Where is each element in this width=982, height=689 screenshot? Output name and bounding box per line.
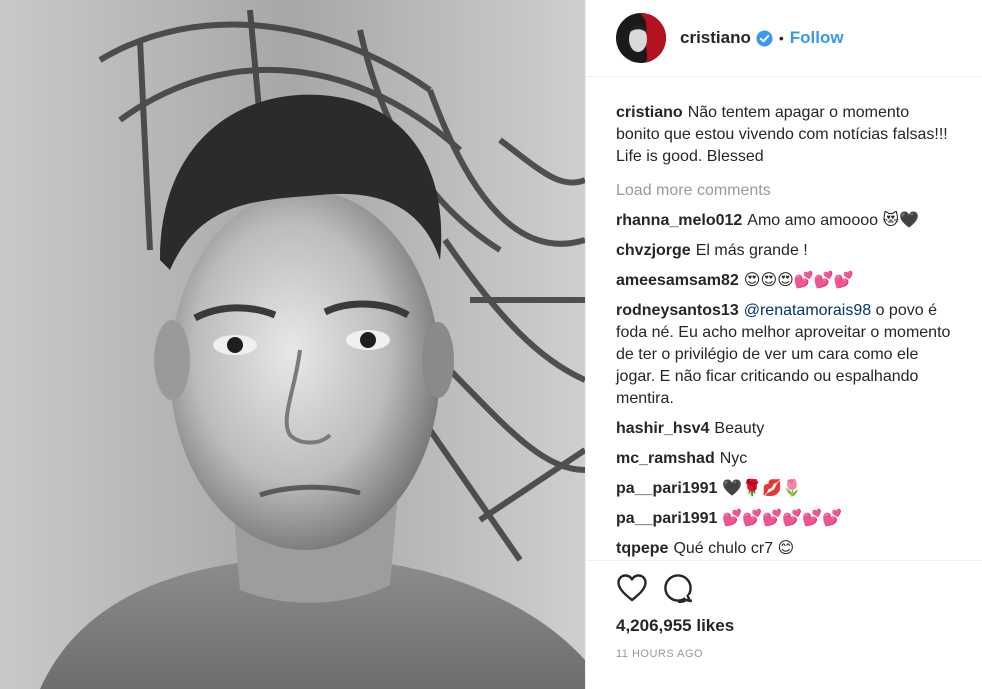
comment-username[interactable]: ameesamsam82 [616, 272, 739, 289]
comment-username[interactable]: mc_ramshad [616, 450, 715, 467]
comment-username[interactable]: tqpepe [616, 540, 668, 557]
comment-text: Amo amo amoooo 😻🖤 [747, 212, 920, 229]
avatar-image [616, 13, 666, 63]
comment-item: ameesamsam82 😍😍😍💕💕💕 [616, 270, 955, 292]
comment-text: 💕💕💕💕💕💕 [722, 510, 842, 527]
avatar[interactable] [616, 13, 666, 63]
post-timestamp: 11 HOURS AGO [616, 648, 704, 660]
comment-text: Qué chulo cr7 😊 [673, 540, 795, 557]
comment-text: 🖤🌹💋🌷 [722, 480, 803, 497]
comment-text: Nyc [719, 450, 748, 467]
comment-text: Beauty [714, 420, 765, 437]
post-photo-image [0, 0, 585, 689]
comments-section[interactable]: cristiano Não tentem apagar o momento bon… [586, 77, 982, 560]
header-username[interactable]: cristiano [680, 28, 751, 48]
header-separator: • [778, 30, 784, 46]
comment-item: rhanna_melo012 Amo amo amoooo 😻🖤 [616, 210, 955, 232]
comment-item: pa__pari1991 🖤🌹💋🌷 [616, 478, 955, 500]
post-header: cristiano • Follow [586, 0, 982, 77]
post-container: cristiano • Follow cristiano Não tentem a… [0, 0, 982, 689]
load-more-comments-button[interactable]: Load more comments [616, 180, 955, 202]
post-photo[interactable] [0, 0, 585, 689]
post-sidebar: cristiano • Follow cristiano Não tentem a… [585, 0, 982, 689]
comment-item: tqpepe Qué chulo cr7 😊 [616, 538, 955, 560]
post-caption: cristiano Não tentem apagar o momento bon… [616, 102, 955, 168]
action-icons [616, 573, 955, 603]
likes-count[interactable]: 4,206,955 likes [616, 616, 955, 636]
comment-item: rodneysantos13 @renatamorais98 o povo é f… [616, 300, 955, 410]
post-actions: 4,206,955 likes 11 HOURS AGO [586, 560, 982, 689]
comment-item: mc_ramshad Nyc [616, 448, 955, 470]
heart-icon[interactable] [616, 572, 648, 604]
comment-username[interactable]: pa__pari1991 [616, 510, 717, 527]
comment-username[interactable]: rhanna_melo012 [616, 212, 742, 229]
comment-item: pa__pari1991 💕💕💕💕💕💕 [616, 508, 955, 530]
follow-button[interactable]: Follow [790, 28, 844, 48]
comment-text: El más grande ! [695, 242, 808, 259]
caption-username[interactable]: cristiano [616, 104, 683, 121]
comment-username[interactable]: rodneysantos13 [616, 302, 739, 319]
comment-text: 😍😍😍💕💕💕 [743, 272, 854, 289]
comment-username[interactable]: pa__pari1991 [616, 480, 717, 497]
comment-item: chvzjorge El más grande ! [616, 240, 955, 262]
comment-username[interactable]: chvzjorge [616, 242, 691, 259]
comment-mention-link[interactable]: @renatamorais98 [744, 302, 871, 319]
comment-item: hashir_hsv4 Beauty [616, 418, 955, 440]
verified-badge-icon [756, 30, 773, 47]
comment-icon[interactable] [662, 572, 694, 604]
comment-username[interactable]: hashir_hsv4 [616, 420, 709, 437]
